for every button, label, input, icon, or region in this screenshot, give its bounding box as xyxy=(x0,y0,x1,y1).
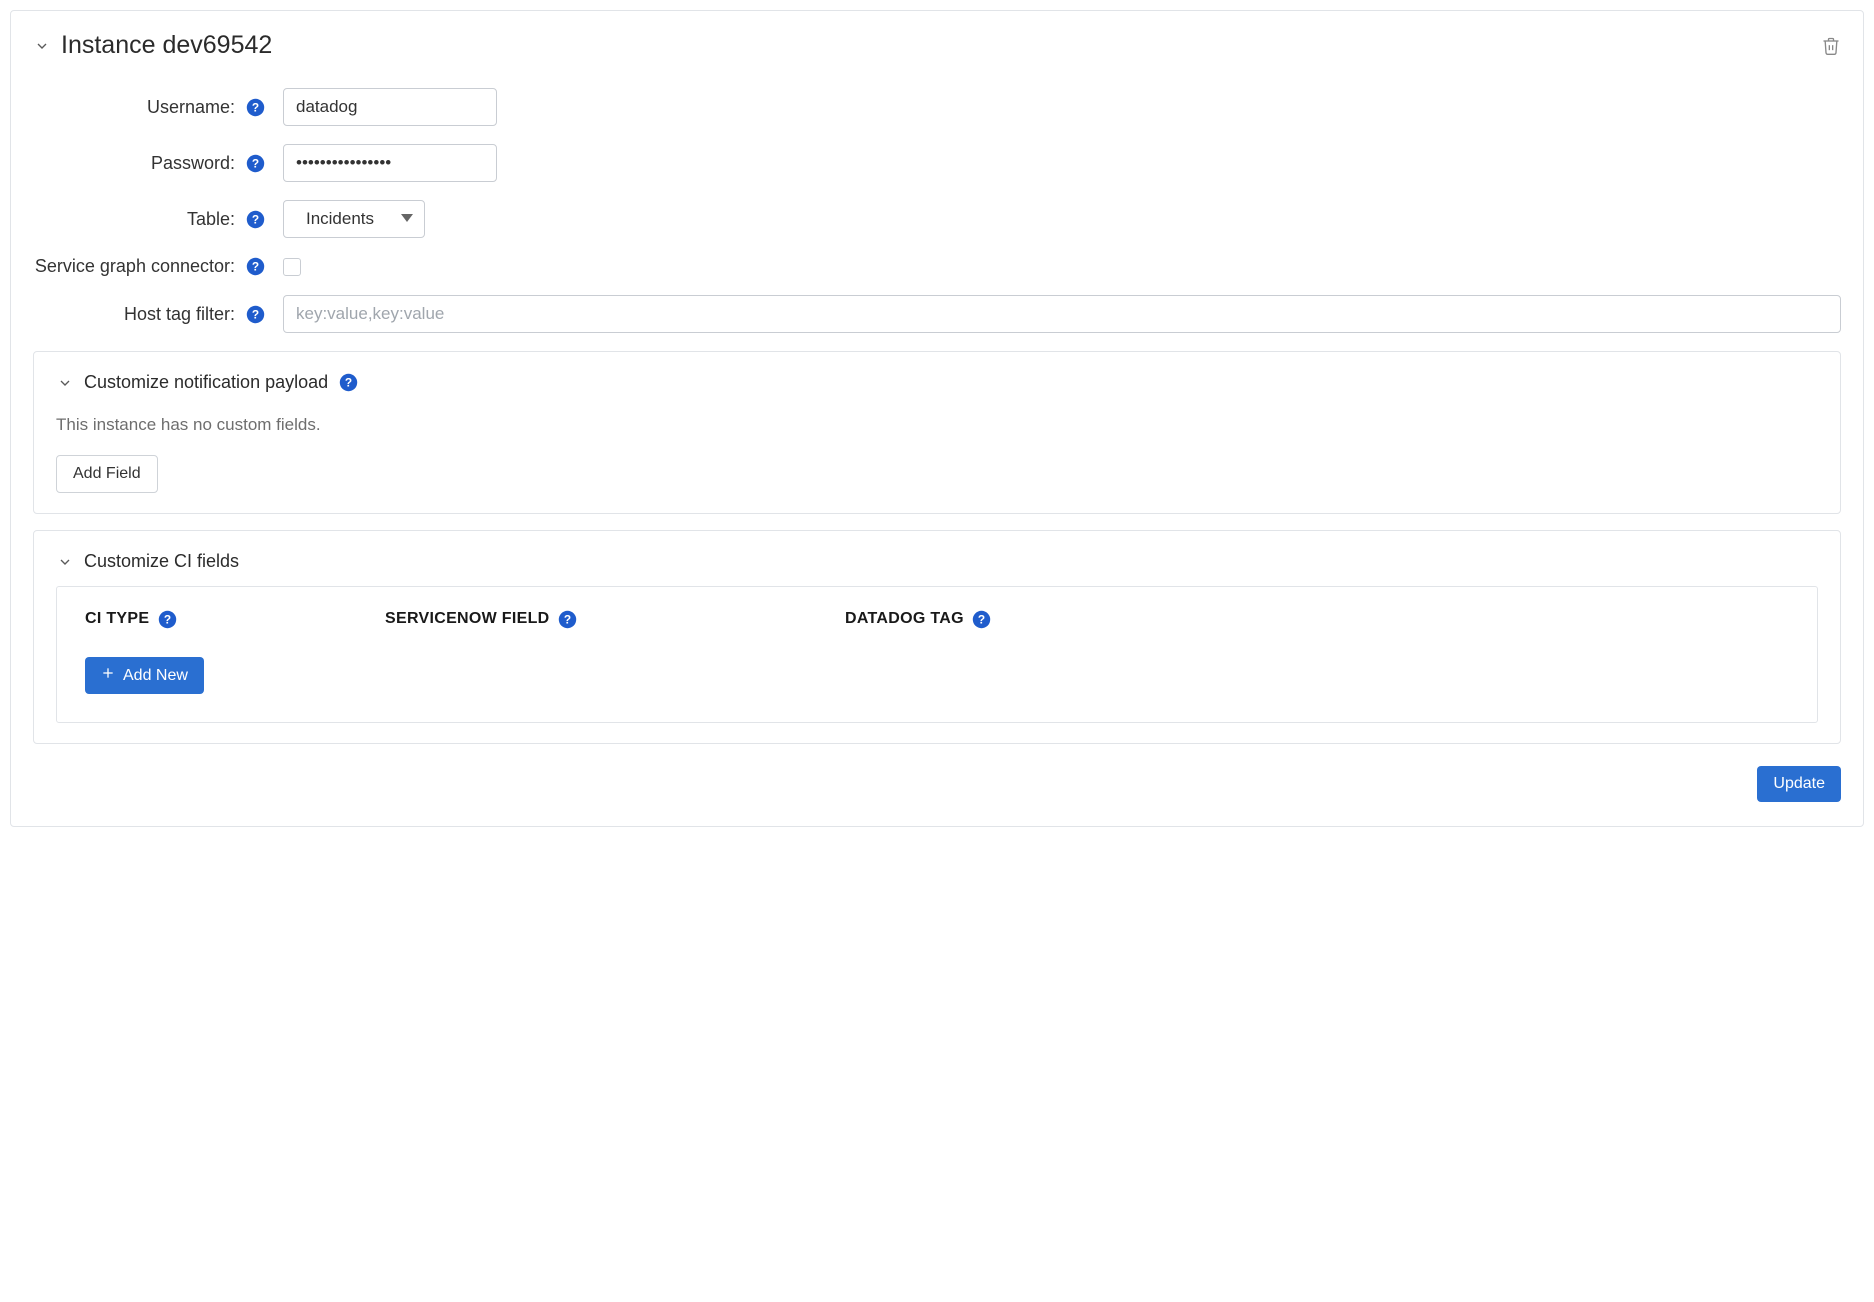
help-icon[interactable]: ? xyxy=(338,373,358,393)
hosttag-row: Host tag filter: ? xyxy=(33,295,1841,333)
sgc-checkbox[interactable] xyxy=(283,258,301,276)
table-label-col: Table: ? xyxy=(33,209,283,230)
plus-icon xyxy=(101,666,115,685)
hosttag-label-col: Host tag filter: ? xyxy=(33,304,283,325)
add-field-button[interactable]: Add Field xyxy=(56,455,158,493)
panel-title-wrap: Instance dev69542 xyxy=(33,31,272,60)
ci-type-col: CI TYPE ? xyxy=(85,609,385,629)
password-input[interactable] xyxy=(283,144,497,182)
svg-text:?: ? xyxy=(251,307,258,321)
add-new-label: Add New xyxy=(123,667,188,685)
delete-instance-button[interactable] xyxy=(1821,35,1841,57)
help-icon[interactable]: ? xyxy=(157,609,177,629)
password-control xyxy=(283,144,1841,182)
no-custom-fields-text: This instance has no custom fields. xyxy=(56,415,1818,435)
help-icon[interactable]: ? xyxy=(245,209,265,229)
sgc-label-col: Service graph connector: ? xyxy=(33,256,283,277)
username-row: Username: ? xyxy=(33,88,1841,126)
sgc-label: Service graph connector: xyxy=(35,256,235,277)
password-label-col: Password: ? xyxy=(33,153,283,174)
help-icon[interactable]: ? xyxy=(245,304,265,324)
help-icon[interactable]: ? xyxy=(245,257,265,277)
panel-title: Instance dev69542 xyxy=(61,31,272,60)
svg-text:?: ? xyxy=(251,212,258,226)
help-icon[interactable]: ? xyxy=(558,609,578,629)
add-new-ci-button[interactable]: Add New xyxy=(85,657,204,694)
svg-text:?: ? xyxy=(251,100,258,114)
username-control xyxy=(283,88,1841,126)
table-select-wrap: Incidents xyxy=(283,200,425,238)
chevron-down-icon[interactable] xyxy=(33,37,51,55)
help-icon[interactable]: ? xyxy=(245,153,265,173)
hosttag-input[interactable] xyxy=(283,295,1841,333)
password-label: Password: xyxy=(151,153,235,174)
svg-text:?: ? xyxy=(164,612,171,626)
password-row: Password: ? xyxy=(33,144,1841,182)
instance-panel: Instance dev69542 Username: ? Password: … xyxy=(10,10,1864,827)
svg-text:?: ? xyxy=(564,612,571,626)
help-icon[interactable]: ? xyxy=(972,609,992,629)
table-label: Table: xyxy=(187,209,235,230)
footer-actions: Update xyxy=(33,766,1841,802)
table-row: Table: ? Incidents xyxy=(33,200,1841,238)
customize-ci-title: Customize CI fields xyxy=(84,551,239,572)
sgc-control xyxy=(283,258,1841,276)
ci-fields-box: CI TYPE ? SERVICENOW FIELD ? DATADOG TAG… xyxy=(56,586,1818,723)
hosttag-control xyxy=(283,295,1841,333)
servicenow-field-header: SERVICENOW FIELD xyxy=(385,610,550,628)
customize-ci-section: Customize CI fields CI TYPE ? SERVICENOW… xyxy=(33,530,1841,744)
svg-text:?: ? xyxy=(978,612,985,626)
username-label: Username: xyxy=(147,97,235,118)
customize-ci-header: Customize CI fields xyxy=(56,551,1818,572)
panel-header: Instance dev69542 xyxy=(33,31,1841,60)
customize-payload-title: Customize notification payload xyxy=(84,372,328,393)
chevron-down-icon[interactable] xyxy=(56,374,74,392)
ci-column-headers: CI TYPE ? SERVICENOW FIELD ? DATADOG TAG… xyxy=(85,609,1789,629)
datadog-tag-header: DATADOG TAG xyxy=(845,610,964,628)
update-button[interactable]: Update xyxy=(1757,766,1841,802)
svg-text:?: ? xyxy=(251,259,258,273)
username-input[interactable] xyxy=(283,88,497,126)
table-select[interactable]: Incidents xyxy=(283,200,425,238)
hosttag-label: Host tag filter: xyxy=(124,304,235,325)
svg-text:?: ? xyxy=(345,375,352,389)
help-icon[interactable]: ? xyxy=(245,97,265,117)
chevron-down-icon[interactable] xyxy=(56,553,74,571)
ci-type-header: CI TYPE xyxy=(85,610,149,628)
servicenow-field-col: SERVICENOW FIELD ? xyxy=(385,609,845,629)
datadog-tag-col: DATADOG TAG ? xyxy=(845,609,1789,629)
svg-text:?: ? xyxy=(251,156,258,170)
username-label-col: Username: ? xyxy=(33,97,283,118)
sgc-row: Service graph connector: ? xyxy=(33,256,1841,277)
customize-payload-header: Customize notification payload ? xyxy=(56,372,1818,393)
table-control: Incidents xyxy=(283,200,1841,238)
customize-payload-section: Customize notification payload ? This in… xyxy=(33,351,1841,514)
